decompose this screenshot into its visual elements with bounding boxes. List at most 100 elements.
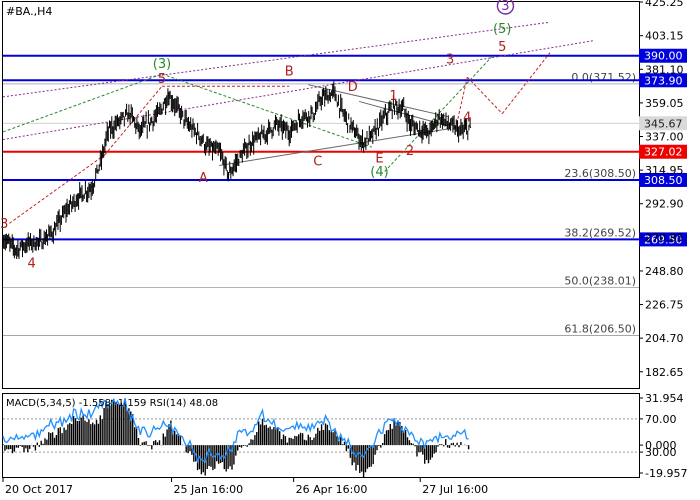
wave-label: 3 — [446, 52, 454, 67]
price-point — [371, 135, 373, 138]
price-point — [40, 241, 42, 243]
price-point — [205, 146, 208, 148]
price-point — [91, 186, 93, 188]
price-point — [27, 242, 30, 244]
indicator-axis-label: 70.00 — [645, 413, 677, 426]
wave-channel-line-3 — [384, 55, 494, 172]
price-point — [469, 126, 472, 128]
price-point — [167, 94, 169, 96]
price-point — [333, 91, 335, 93]
price-point — [237, 158, 239, 160]
price-axis-tick-label: 359.05 — [645, 97, 684, 110]
price-axis-tick-label: 425.25 — [645, 0, 684, 9]
price-point — [129, 113, 131, 115]
indicator-axis-label: -19.957 — [645, 467, 687, 480]
wave-label: 4 — [463, 110, 471, 125]
price-axis-tick-label: 403.15 — [645, 30, 684, 43]
fibonacci-level-label: 23.6(308.50) — [564, 167, 636, 180]
price-point — [228, 174, 230, 176]
wave-label: C — [313, 154, 322, 169]
price-bars — [2, 81, 471, 259]
wave-label: 3 — [501, 0, 509, 14]
price-point — [438, 116, 440, 118]
trend-channel-outer-line — [2, 21, 551, 98]
price-point — [314, 113, 316, 115]
price-axis-tick-label: 248.80 — [645, 265, 684, 278]
fibonacci-level-label: 0.0(371.52) — [571, 71, 636, 84]
wave-label: D — [348, 80, 358, 95]
price-point — [218, 151, 220, 153]
forecast-line-3 — [501, 52, 551, 114]
price-point — [263, 134, 265, 136]
price-point — [393, 105, 395, 107]
main-chart-frame — [2, 1, 640, 389]
price-axis-tick-label: 182.65 — [645, 366, 684, 379]
price-point — [100, 158, 103, 160]
price-point — [384, 116, 386, 118]
time-axis-label: 25 Jan 16:00 — [174, 483, 244, 496]
price-point — [107, 131, 109, 133]
price-point — [288, 131, 290, 133]
forecast-line-2 — [466, 76, 503, 114]
fibonacci-level-label: 38.2(269.52) — [564, 226, 636, 239]
price-point — [158, 113, 160, 115]
price-axis-tick-label: 226.75 — [645, 299, 684, 312]
current-price-label: 345.67 — [644, 117, 683, 130]
price-point — [301, 116, 303, 118]
price-point — [78, 195, 80, 197]
time-axis-label: 20 Oct 2017 — [5, 483, 73, 496]
wave-label: 4 — [27, 257, 35, 272]
price-point — [116, 122, 119, 124]
price-axis-tick-label: 337.00 — [645, 131, 684, 144]
price-point — [352, 128, 354, 130]
wave-label: A — [199, 171, 208, 186]
price-point — [148, 122, 150, 124]
price-axis-tick-label: 314.95 — [645, 164, 684, 177]
price-point — [186, 123, 189, 125]
fibonacci-level-label: 61.8(206.50) — [564, 322, 636, 335]
wave-label: (5) — [493, 22, 511, 37]
price-point — [326, 96, 328, 98]
level-badge-label: 390.00 — [644, 50, 683, 63]
wave-label: B — [285, 65, 294, 80]
price-axis-tick-label: 270.85 — [645, 231, 684, 244]
price-point — [250, 142, 252, 144]
price-point — [447, 123, 449, 125]
price-point — [139, 131, 141, 133]
indicator-header: MACD(5,34,5) -1.558 -1.159 RSI(14) 48.08 — [6, 398, 218, 409]
price-point — [460, 131, 462, 133]
price-point — [403, 108, 405, 110]
price-point — [428, 132, 430, 135]
wave-label: 3 — [0, 217, 8, 232]
price-axis-tick-label: 292.90 — [645, 198, 684, 211]
indicator-axis-label: 31.954 — [645, 392, 684, 405]
price-point — [320, 97, 322, 100]
price-point — [409, 123, 411, 125]
price-point — [342, 113, 344, 115]
price-axis-tick-label: 204.70 — [645, 332, 684, 345]
time-axis-label: 27 Jul 16:00 — [422, 483, 488, 496]
chart-window: 0.0(371.52) 23.6(308.50) 38.2(269.52) 50.0(… — [0, 0, 700, 500]
wave-label: 2 — [406, 144, 414, 159]
price-point — [199, 135, 201, 138]
price-point — [418, 128, 421, 130]
price-point — [275, 123, 278, 125]
price-axis-tick-label: 381.10 — [645, 63, 684, 76]
wave-label: 5 — [498, 40, 506, 55]
level-badge-label: 327.02 — [644, 146, 683, 159]
price-point — [66, 209, 68, 211]
price-point — [15, 248, 17, 250]
wave-label: (4) — [370, 165, 388, 180]
price-point — [361, 142, 363, 144]
price-chart: 0.0(371.52) 23.6(308.50) 38.2(269.52) 50.0(… — [0, 0, 687, 496]
wave-label: 5 — [158, 72, 166, 87]
wave-label: 1 — [389, 89, 397, 104]
price-point — [177, 108, 179, 110]
time-axis-label: 26 Apr 16:00 — [296, 483, 368, 496]
price-point — [53, 230, 55, 232]
fibonacci-level-label: 50.0(238.01) — [564, 274, 636, 287]
symbol-label: #BA.,H4 — [6, 5, 52, 18]
indicator-axis-label: 30.00 — [645, 446, 677, 459]
wave-label: (3) — [153, 57, 171, 72]
price-point — [2, 238, 4, 240]
